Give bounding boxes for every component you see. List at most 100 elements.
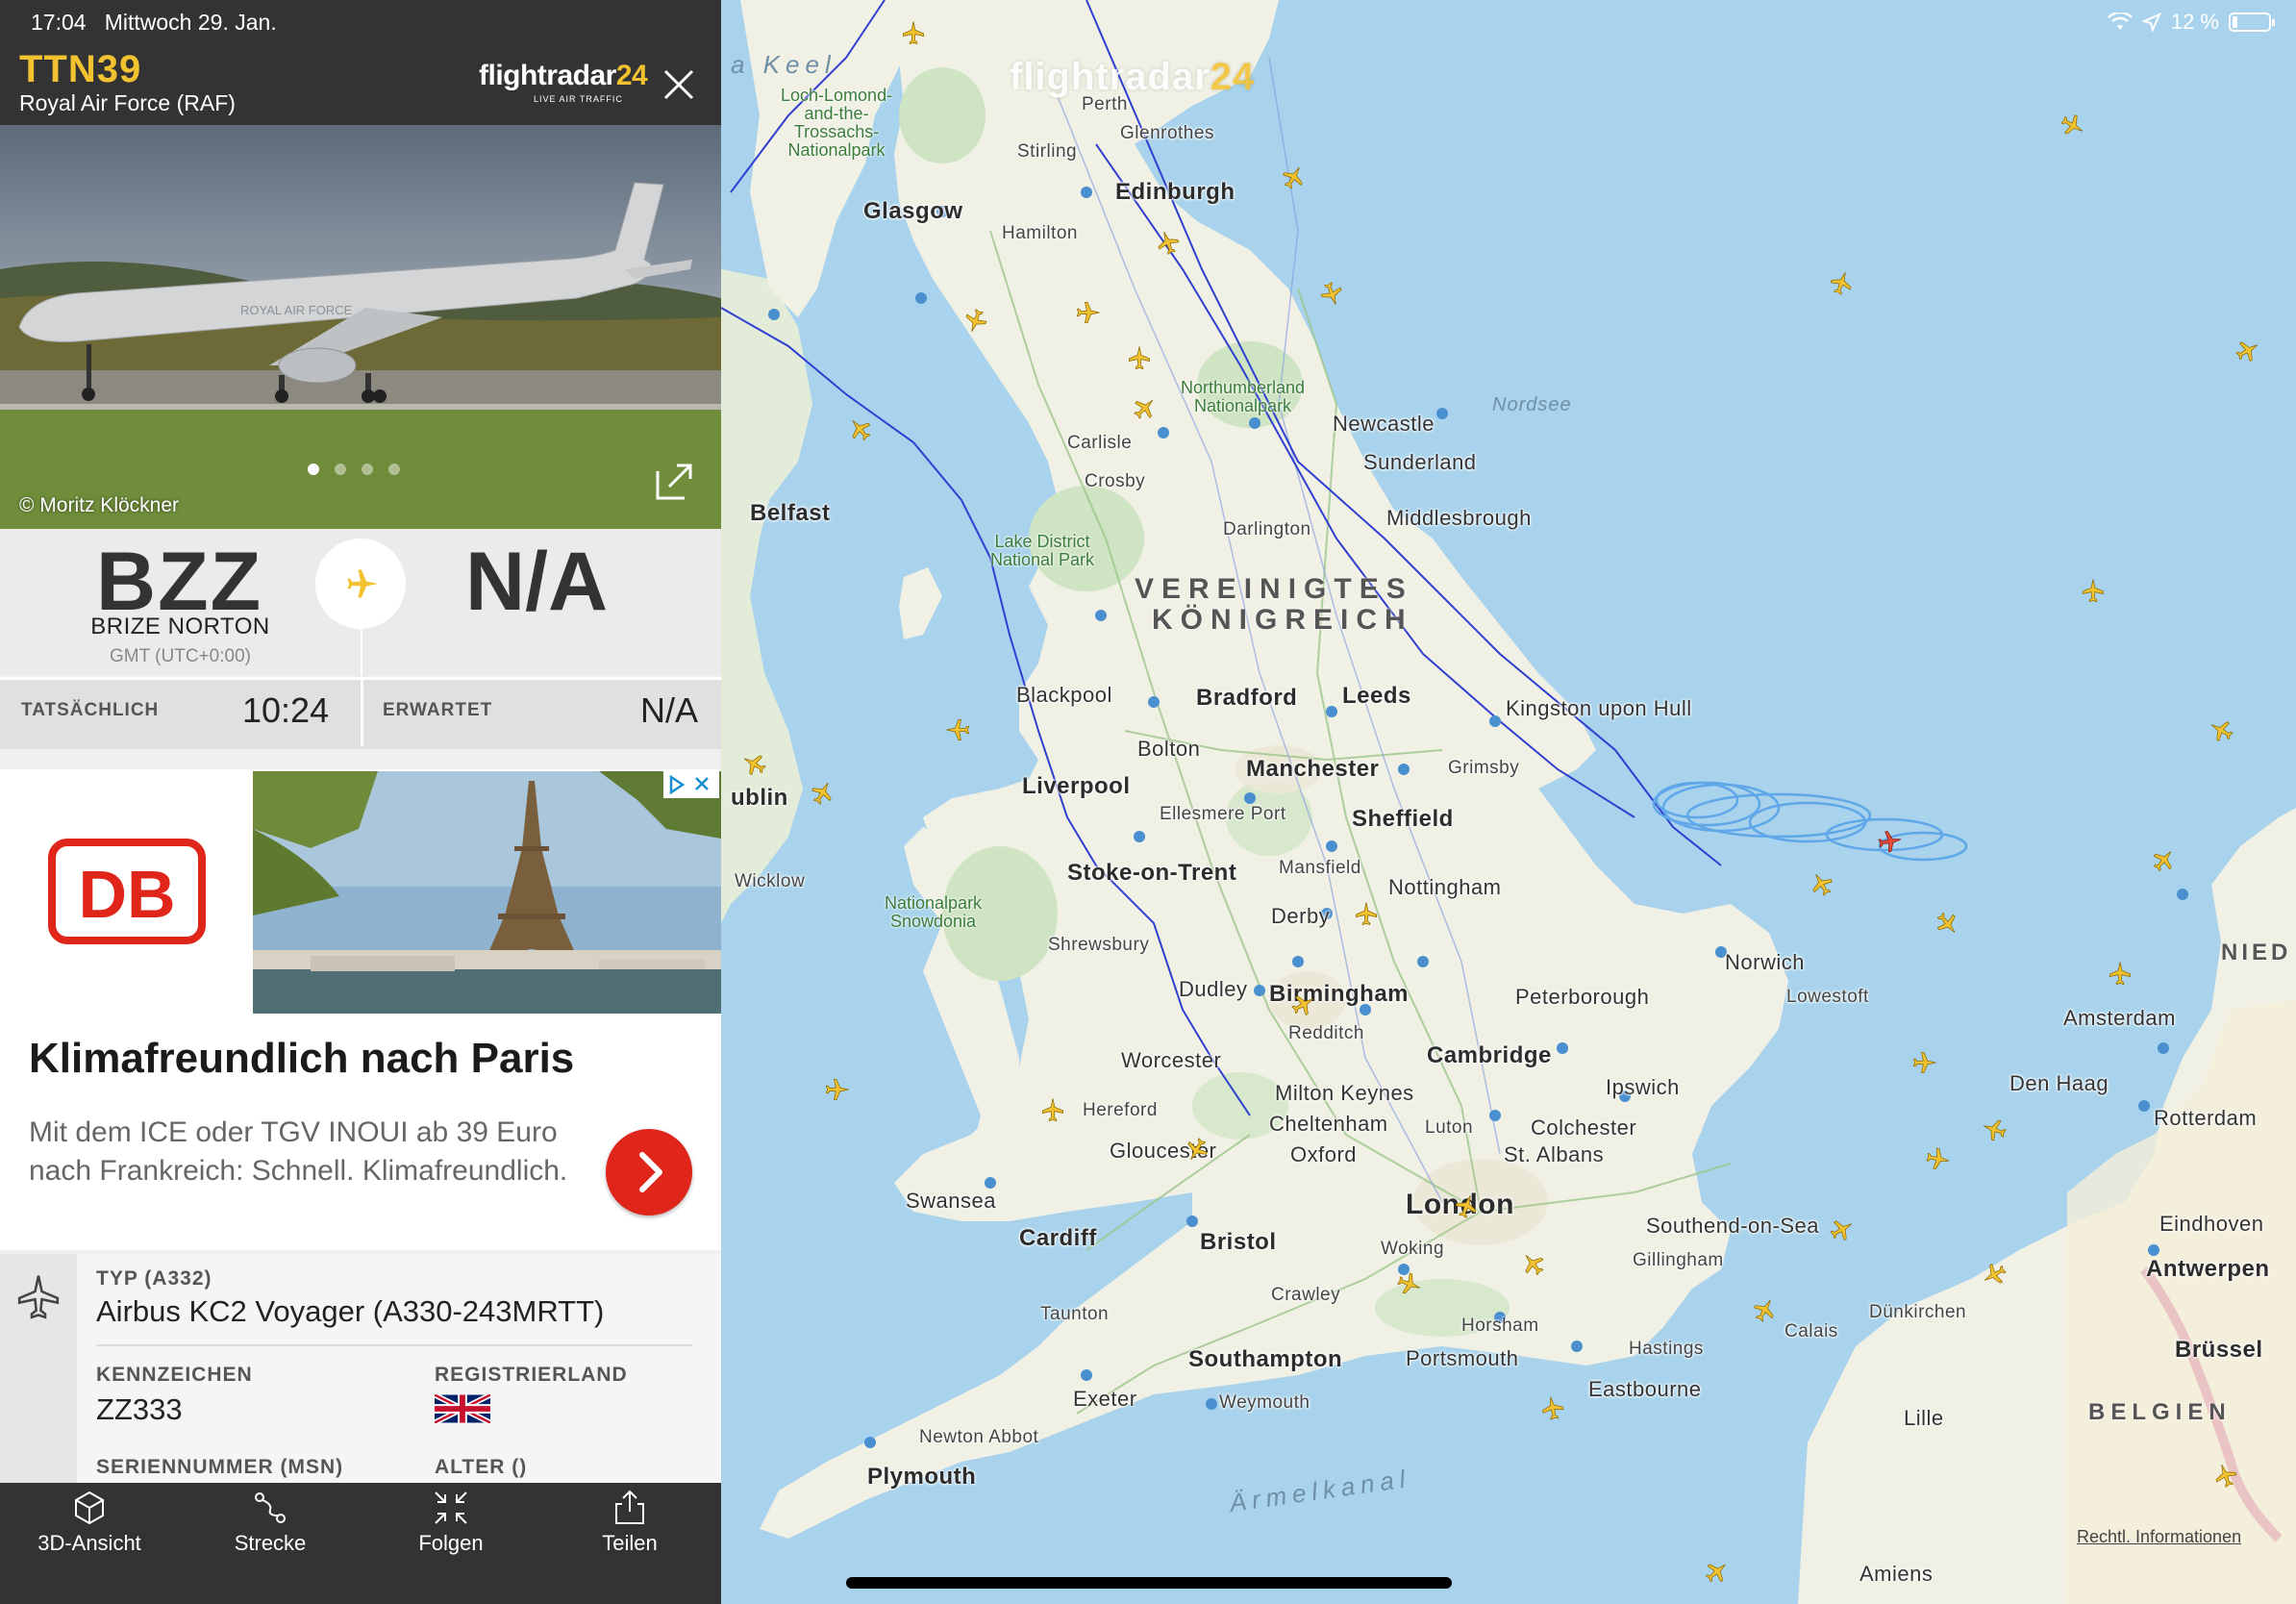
city-label: Peterborough [1515, 985, 1650, 1009]
city-label: Crawley [1271, 1285, 1341, 1305]
tab-follow-label: Folgen [418, 1531, 484, 1555]
tab-route-label: Strecke [234, 1531, 307, 1555]
photo-pager[interactable] [308, 464, 400, 475]
city-label: Glasgow [863, 198, 963, 224]
follow-arrows-icon [435, 1491, 467, 1524]
city-label: Crosby [1085, 471, 1146, 491]
pager-dot[interactable] [362, 464, 373, 475]
city-label: Eastbourne [1588, 1377, 1702, 1401]
city-label: Cambridge [1427, 1042, 1552, 1068]
city-label: Southend-on-Sea [1646, 1214, 1819, 1238]
plane-marker[interactable] [899, 19, 928, 48]
age-label: ALTER () [435, 1456, 528, 1478]
city-label: Bradford [1196, 685, 1298, 711]
plane-marker[interactable] [2079, 577, 2108, 606]
uk-flag-icon [435, 1394, 490, 1423]
city-label: Woking [1381, 1239, 1445, 1259]
pager-dot[interactable] [308, 464, 319, 475]
city-label: Rotterdam [2154, 1106, 2258, 1130]
airplane-icon [347, 569, 378, 598]
city-label: Hastings [1629, 1339, 1704, 1359]
plane-marker[interactable] [1536, 1392, 1570, 1426]
tab-route[interactable]: Strecke [198, 1489, 342, 1556]
city-label: Horsham [1461, 1316, 1539, 1336]
plane-marker[interactable] [1909, 1048, 1938, 1077]
city-label: Ellesmere Port [1160, 804, 1286, 824]
plane-marker[interactable] [1038, 1096, 1067, 1125]
destination-iata: N/A [465, 536, 609, 628]
country-label-uk-1: VEREINIGTES [1135, 573, 1413, 605]
city-label: Sheffield [1352, 806, 1454, 832]
city-label: Ipswich [1606, 1075, 1680, 1099]
city-label: Grimsby [1448, 758, 1520, 778]
sea-label-north: Nordsee [1492, 394, 1572, 415]
city-label: Darlington [1223, 519, 1311, 539]
city-label: Stoke-on-Trent [1067, 860, 1237, 886]
status-time: 17:04 [31, 10, 87, 35]
svg-text:DB: DB [78, 857, 175, 932]
airplane-icon [17, 1275, 60, 1319]
city-label: Colchester [1531, 1115, 1637, 1140]
city-label: Derby [1271, 904, 1331, 928]
ad-choices[interactable] [663, 771, 719, 798]
photo-credit: © Moritz Klöckner [19, 494, 180, 516]
plane-marker[interactable] [1921, 1142, 1955, 1176]
origin-name: BRIZE NORTON [90, 614, 270, 639]
city-label: Milton Keynes [1275, 1081, 1414, 1105]
city-label: Exeter [1073, 1387, 1137, 1411]
registration-label: KENNZEICHEN [96, 1364, 253, 1386]
city-label: Glenrothes [1120, 123, 1214, 143]
city-label: Perth [1082, 94, 1128, 114]
close-icon[interactable] [661, 67, 696, 102]
type-label: TYP (A332) [96, 1267, 212, 1290]
route-plane-circle [315, 539, 406, 629]
tab-share[interactable]: Teilen [558, 1489, 702, 1556]
details-icon-column [0, 1254, 77, 1485]
home-indicator[interactable] [846, 1577, 1452, 1589]
tab-share-label: Teilen [602, 1531, 658, 1555]
db-logo: DB [48, 839, 206, 944]
city-label: Newcastle [1333, 412, 1435, 436]
city-label: Belfast [750, 500, 831, 526]
plane-marker[interactable] [2106, 960, 2134, 989]
legal-link[interactable]: Rechtl. Informationen [2077, 1527, 2241, 1547]
city-label: Amsterdam [2063, 1006, 2176, 1030]
plane-marker[interactable] [944, 715, 973, 744]
plane-marker[interactable] [1352, 900, 1381, 929]
city-label: Wicklow [735, 871, 806, 891]
pager-dot[interactable] [335, 464, 346, 475]
pager-dot[interactable] [388, 464, 400, 475]
city-label: Hereford [1083, 1100, 1158, 1120]
plane-marker[interactable] [822, 1075, 851, 1104]
tab-3d-label: 3D-Ansicht [37, 1531, 141, 1555]
city-label: Bolton [1137, 737, 1201, 761]
country-label-be: BELGIEN [2088, 1399, 2232, 1425]
ad-cta-button[interactable] [606, 1129, 692, 1216]
plane-marker[interactable] [1073, 298, 1102, 327]
city-label: Bristol [1200, 1229, 1277, 1255]
sea-label-keel: a Keel [731, 50, 836, 79]
tab-3d-view[interactable]: 3D-Ansicht [17, 1489, 162, 1556]
city-label: Calais [1784, 1321, 1838, 1341]
adchoices-icon[interactable] [669, 774, 686, 795]
ad-close-icon[interactable] [695, 777, 709, 790]
city-label: Redditch [1288, 1023, 1364, 1043]
tab-follow[interactable]: Folgen [379, 1489, 523, 1556]
city-label: Norwich [1725, 950, 1805, 974]
ad-title[interactable]: Klimafreundlich nach Paris [29, 1035, 574, 1083]
svg-text:ROYAL AIR FORCE: ROYAL AIR FORCE [240, 303, 353, 317]
tracked-aircraft[interactable] [1873, 825, 1907, 859]
city-label: Kingston upon Hull [1506, 696, 1692, 720]
city-label: Sunderland [1363, 450, 1477, 474]
external-link-icon[interactable] [652, 460, 696, 504]
ad-text[interactable]: Mit dem ICE oder TGV INOUI ab 39 Euro na… [29, 1114, 596, 1190]
chevron-right-icon [639, 1152, 662, 1192]
plane-marker[interactable] [1125, 344, 1154, 373]
city-label: Worcester [1121, 1048, 1222, 1072]
ad-image-eiffel-tower[interactable] [253, 771, 721, 1014]
city-label: Carlisle [1067, 433, 1133, 453]
details-separator [96, 1344, 692, 1346]
flight-info-panel: 17:04 Mittwoch 29. Jan. TTN39 Royal Air … [0, 0, 721, 1604]
city-label: Luton [1425, 1117, 1474, 1138]
map-watermark: flightradar24 [1010, 56, 1256, 98]
